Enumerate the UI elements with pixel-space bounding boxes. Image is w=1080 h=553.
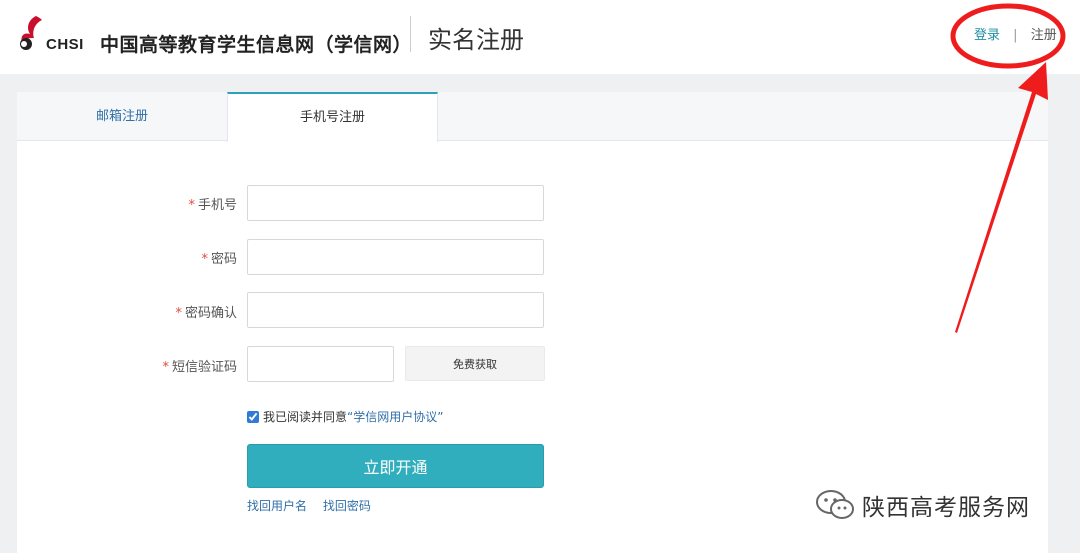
required-mark: *	[188, 198, 195, 213]
page-title: 实名注册	[428, 26, 524, 54]
watermark: 陕西高考服务网	[814, 488, 1030, 522]
header-divider	[410, 16, 411, 52]
confirm-password-input[interactable]	[247, 292, 544, 328]
agreement-checkbox[interactable]	[247, 410, 259, 423]
phone-label-text: 手机号	[197, 198, 237, 213]
register-link[interactable]: 注册	[1031, 28, 1057, 43]
login-link[interactable]: 登录	[974, 28, 1000, 43]
watermark-text: 陕西高考服务网	[862, 495, 1030, 521]
site-name: 中国高等教育学生信息网（学信网）	[100, 34, 413, 56]
wechat-icon	[816, 490, 854, 519]
agreement-row: 我已阅读并同意 “学信网用户协议”	[247, 408, 443, 425]
phone-label: * 手机号	[117, 194, 237, 213]
required-mark: *	[162, 360, 169, 375]
top-header: CHSI 中国高等教育学生信息网（学信网） 实名注册 登录 | 注册	[0, 0, 1080, 74]
recovery-links: 找回用户名 找回密码	[247, 497, 383, 514]
registration-card: 邮箱注册 手机号注册 * 手机号 * 密码 * 密码确认 * 短信验证码 免费获取 我已…	[17, 92, 1048, 553]
register-tabs: 邮箱注册 手机号注册	[17, 92, 1048, 142]
tab-email-register[interactable]: 邮箱注册	[17, 92, 227, 141]
sms-label-text: 短信验证码	[171, 360, 237, 375]
confirm-label-text: 密码确认	[184, 306, 237, 321]
password-label-text: 密码	[210, 252, 237, 267]
confirm-password-label: * 密码确认	[117, 302, 237, 321]
sms-code-input[interactable]	[247, 346, 394, 382]
submit-button[interactable]: 立即开通	[247, 444, 544, 488]
find-username-link[interactable]: 找回用户名	[247, 499, 307, 513]
tab-phone-register[interactable]: 手机号注册	[227, 92, 438, 142]
find-password-link[interactable]: 找回密码	[323, 499, 371, 513]
chsi-logo-icon	[20, 16, 42, 50]
password-input[interactable]	[247, 239, 544, 275]
phone-input[interactable]	[247, 185, 544, 221]
header-link-separator: |	[1013, 28, 1018, 43]
header-links: 登录 | 注册	[974, 24, 1057, 43]
sms-code-label: * 短信验证码	[117, 356, 237, 375]
agreement-text: 我已阅读并同意	[263, 410, 348, 424]
required-mark: *	[175, 306, 182, 321]
required-mark: *	[201, 252, 208, 267]
user-agreement-link[interactable]: “学信网用户协议”	[347, 408, 443, 425]
get-sms-code-button[interactable]: 免费获取	[405, 346, 545, 381]
logo-text: CHSI	[46, 36, 84, 53]
password-label: * 密码	[117, 248, 237, 267]
